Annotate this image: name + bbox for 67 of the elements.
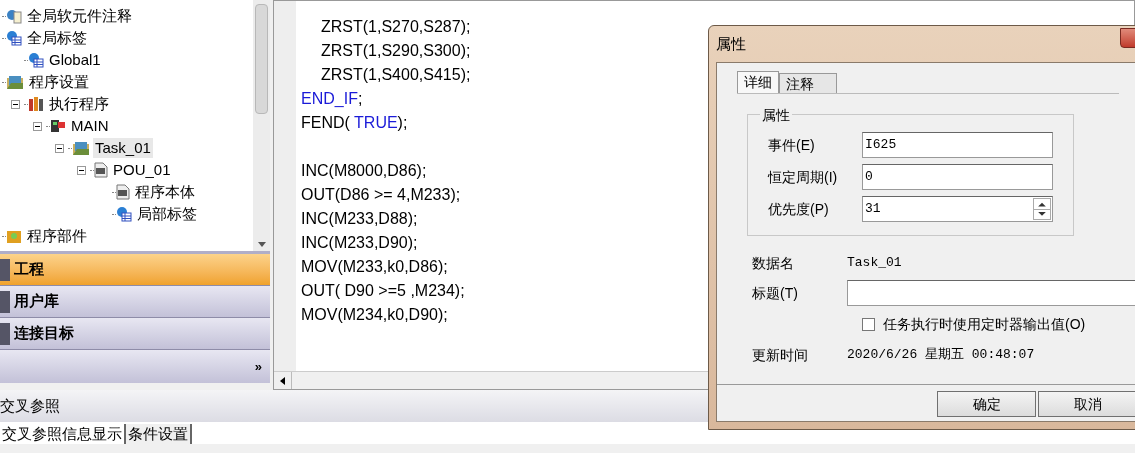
globe-table-icon [28, 52, 44, 68]
title-field[interactable] [847, 280, 1135, 306]
field-label: 优先度(P) [768, 199, 830, 219]
expander-icon[interactable] [32, 121, 42, 131]
code-line: MOV(M234,k0,D90); [301, 305, 448, 325]
package-icon [6, 228, 22, 244]
panel-tab[interactable]: 条件设置 [126, 424, 192, 444]
code-line: INC(M233,D90); [301, 233, 418, 253]
dialog-button[interactable]: 确定 [937, 391, 1036, 417]
tree-item[interactable]: Global1 [47, 50, 103, 70]
field-label: 事件(E) [768, 135, 816, 155]
code-line: END_IF; [301, 89, 363, 109]
nav-tab[interactable]: 用户库 [0, 286, 270, 318]
field-label: 标题(T) [752, 283, 799, 303]
updated-time: 2020/6/26 星期五 00:48:07 [847, 346, 1035, 365]
code-line: INC(M233,D88); [301, 209, 418, 229]
tree-item[interactable]: 程序设置 [27, 72, 91, 92]
expander-icon[interactable] [76, 165, 86, 175]
expander-icon[interactable] [54, 143, 64, 153]
code-line: FEND( TRUE); [301, 113, 408, 133]
checkbox-label: 任务执行时使用定时器输出值(O) [883, 314, 1086, 334]
nav-tab[interactable]: 连接目标 [0, 318, 270, 350]
down-arrow-icon[interactable] [257, 242, 266, 247]
more-button[interactable]: » [254, 360, 262, 373]
code-line: OUT(D86 >= 4,M233); [301, 185, 461, 205]
data-name-value: Task_01 [847, 254, 902, 273]
tree-item[interactable]: MAIN [69, 116, 111, 136]
dialog-button[interactable]: 取消 [1038, 391, 1135, 417]
input-field[interactable]: I625 [862, 132, 1053, 158]
panel-tab[interactable]: 交叉参照信息显示 [0, 424, 126, 444]
scrollbar[interactable] [253, 0, 270, 251]
tree-item[interactable]: 执行程序 [47, 94, 111, 114]
left-arrow-icon[interactable] [280, 376, 285, 385]
dialog-title: 属性 [716, 33, 746, 54]
folder-icon [6, 74, 24, 90]
checkbox[interactable] [862, 317, 875, 331]
tree-item[interactable]: 程序本体 [133, 182, 197, 202]
code-line: ZRST(1,S270,S287); [321, 17, 471, 37]
globe-table-icon [6, 30, 22, 46]
code-line: ZRST(1,S400,S415); [321, 65, 471, 85]
tree-item[interactable]: 全局标签 [25, 28, 89, 48]
globe-note-icon [6, 8, 22, 24]
tree-item[interactable]: 程序部件 [25, 226, 89, 246]
computer-icon [50, 118, 66, 134]
expander-icon[interactable] [10, 99, 20, 109]
books-icon [28, 96, 44, 112]
data-name-label: 数据名 [752, 253, 795, 273]
field-label: 恒定周期(I) [768, 167, 839, 187]
tree-item[interactable]: POU_01 [111, 160, 173, 180]
input-field[interactable]: 0 [862, 164, 1053, 190]
nav-tab[interactable]: 工程 [0, 254, 270, 286]
globe-table-icon [116, 206, 132, 222]
tree-item[interactable]: 全局软元件注释 [25, 6, 134, 26]
dialog-tab[interactable]: 详细 [737, 71, 779, 93]
tree-item[interactable]: 局部标签 [135, 204, 199, 224]
spin-field[interactable]: 31 [862, 196, 1053, 222]
code-line: OUT( D90 >=5 ,M234); [301, 281, 465, 301]
document-icon [116, 184, 130, 200]
folder-icon [72, 140, 90, 156]
dialog-tab[interactable]: 注释 [779, 73, 837, 93]
updated-label: 更新时间 [752, 345, 809, 365]
document-icon [94, 162, 108, 178]
tree-item[interactable]: Task_01 [93, 138, 153, 158]
code-line: INC(M8000,D86); [301, 161, 427, 181]
code-line: ZRST(1,S290,S300); [321, 41, 471, 61]
panel-title: 交叉参照 [0, 395, 60, 416]
code-line: MOV(M233,k0,D86); [301, 257, 448, 277]
